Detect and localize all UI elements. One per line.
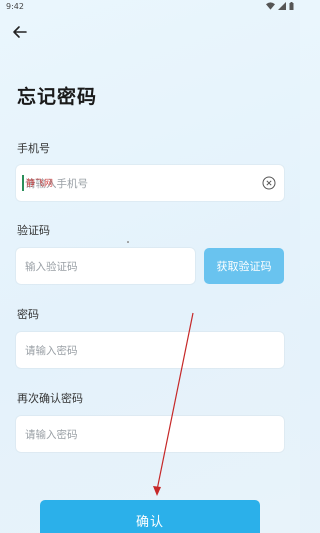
- clear-icon[interactable]: [262, 176, 276, 190]
- phone-label: 手机号: [17, 142, 50, 155]
- code-input[interactable]: 输入验证码: [16, 248, 195, 284]
- stray-dot: [127, 241, 129, 243]
- password-label: 密码: [17, 308, 39, 321]
- phone-input[interactable]: 请输入手机号: [16, 165, 284, 201]
- watermark: 静飞网: [26, 179, 54, 189]
- code-placeholder: 输入验证码: [25, 261, 78, 273]
- confirm-password-label: 再次确认密码: [17, 392, 83, 405]
- status-bar: 9:42: [0, 0, 300, 14]
- battery-icon: [289, 2, 294, 10]
- signal-icon: [278, 2, 286, 10]
- password-placeholder: 请输入密码: [25, 345, 78, 357]
- confirm-password-input[interactable]: 请输入密码: [16, 416, 284, 452]
- status-icons: [266, 2, 294, 10]
- confirm-password-placeholder: 请输入密码: [25, 429, 78, 441]
- get-code-button[interactable]: 获取验证码: [204, 248, 284, 284]
- arrow-left-icon: [13, 26, 27, 38]
- confirm-button[interactable]: 确认: [40, 500, 260, 533]
- status-time: 9:42: [6, 2, 24, 11]
- back-button[interactable]: [10, 22, 30, 42]
- wifi-icon: [266, 2, 275, 10]
- code-label: 验证码: [17, 224, 50, 237]
- password-input[interactable]: 请输入密码: [16, 332, 284, 368]
- text-cursor: [22, 175, 24, 191]
- page-title: 忘记密码: [17, 86, 98, 108]
